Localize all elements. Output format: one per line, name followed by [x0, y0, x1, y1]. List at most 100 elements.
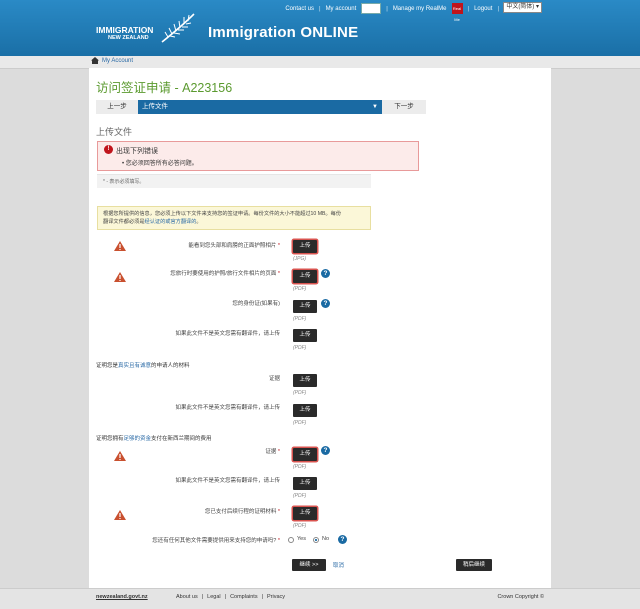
group-sufficient-funds: 证明您拥有足够的资金支付在新西兰期间的费用: [96, 434, 212, 442]
footer-privacy-link[interactable]: Privacy: [267, 594, 285, 600]
continue-button[interactable]: 继续 >>: [292, 559, 326, 571]
upload-label-onward-travel: 您已支付后续行程的证明材料 *: [90, 507, 280, 515]
footer-about-link[interactable]: About us: [176, 594, 198, 600]
file-format: (PDF): [293, 464, 307, 470]
group-genuine-applicant: 证明您是真实且有诚意的申请人的材料: [96, 361, 190, 369]
required-marker: *: [277, 509, 280, 515]
required-marker: *: [277, 243, 280, 249]
radio-no[interactable]: [313, 537, 319, 543]
upload-photo-button[interactable]: 上传: [293, 240, 317, 253]
upload-label-photo: 能看到您头部和肩膀的正面护照相片 *: [90, 241, 280, 249]
upload-label-evidence: 证据: [90, 374, 280, 382]
footer-complaints-link[interactable]: Complaints: [230, 594, 258, 600]
app-title: Immigration ONLINE: [208, 24, 359, 41]
upload-label-text: 如果此文件不是英文您需有翻译件，请上传: [175, 331, 280, 337]
file-format: (PDF): [293, 286, 307, 292]
upload-label-text: 您的身份证(如果有): [232, 301, 280, 307]
radio-yes[interactable]: [288, 537, 294, 543]
step-select[interactable]: 上传文件 ▼: [138, 100, 382, 114]
fern-icon: [161, 13, 195, 43]
file-format: (PDF): [293, 523, 307, 529]
account-box[interactable]: [361, 3, 382, 14]
language-select-value: 中文(简体): [506, 4, 535, 10]
help-icon[interactable]: ?: [338, 535, 347, 544]
cancel-link[interactable]: 取消: [333, 561, 344, 569]
upload-passport-button[interactable]: 上传: [293, 270, 317, 283]
file-format: (PDF): [293, 390, 307, 396]
upload-label-id-card: 您的身份证(如果有): [90, 299, 280, 307]
footer-links: About us | Legal | Complaints | Privacy: [176, 594, 285, 600]
logo-sub-text: NEW ZEALAND: [108, 35, 149, 41]
upload-label-text: 如果此文件不是英文您需有翻译件，请上传: [175, 478, 280, 484]
step-select-value: 上传文件: [142, 103, 168, 110]
upload-label-translation: 如果此文件不是英文您需有翻译件，请上传: [90, 329, 280, 337]
upload-translation-button[interactable]: 上传: [293, 404, 317, 417]
contact-us-link[interactable]: Contact us: [285, 6, 314, 12]
upload-label-translation: 如果此文件不是英文您需有翻译件，请上传: [90, 403, 280, 411]
logout-link[interactable]: Logout: [474, 6, 492, 12]
upload-funds-evidence-button[interactable]: 上传: [293, 448, 317, 461]
sufficient-funds-link[interactable]: 足够的资金: [124, 436, 152, 442]
upload-translation-button[interactable]: 上传: [293, 329, 317, 342]
upload-evidence-button[interactable]: 上传: [293, 374, 317, 387]
footer-separator: |: [224, 594, 227, 600]
group-text: 的申请人的材料: [151, 363, 190, 369]
required-marker: *: [277, 449, 280, 455]
file-format: (PDF): [293, 420, 307, 426]
manage-realme-link[interactable]: Manage my RealMe: [393, 6, 447, 12]
group-text: 证明您拥有: [96, 436, 124, 442]
required-marker: *: [277, 538, 280, 544]
footer-legal-link[interactable]: Legal: [207, 594, 220, 600]
info-box: 根据您所提供的信息，您必须上传以下文件来支持您的签证申请。每份文件的大小不能超过…: [97, 206, 371, 230]
immigration-nz-logo[interactable]: IMMIGRATION NEW ZEALAND: [96, 26, 153, 42]
required-marker: *: [277, 271, 280, 277]
language-select[interactable]: 中文(简体) ▾: [503, 2, 542, 13]
upload-label-text: 您已支付后续行程的证明材料: [204, 509, 277, 515]
other-documents-question: 您还有任何其他文件需要提供用来支持您的申请吗? *: [90, 536, 280, 544]
file-format: (PDF): [293, 316, 307, 322]
upload-id-card-button[interactable]: 上传: [293, 300, 317, 313]
info-text: 。: [196, 219, 202, 225]
upload-translation-button[interactable]: 上传: [293, 477, 317, 490]
dropdown-arrow-icon: ▼: [372, 104, 378, 110]
nz-govt-link[interactable]: newzealand.govt.nz: [96, 594, 148, 600]
group-text: 证明您是: [96, 363, 119, 369]
breadcrumb-my-account[interactable]: My Account: [102, 58, 133, 64]
radio-yes-label: Yes: [297, 536, 306, 542]
file-format: (JPG): [293, 256, 307, 262]
section-title: 上传文件: [96, 127, 133, 137]
upload-label-translation: 如果此文件不是英文您需有翻译件，请上传: [90, 476, 280, 484]
copyright: Crown Copyright ©: [497, 594, 544, 600]
realme-logo[interactable]: Real Me: [451, 3, 463, 22]
file-format: (PDF): [293, 345, 307, 351]
radio-no-label: No: [322, 536, 330, 542]
genuine-applicant-link[interactable]: 真实且有诚意: [118, 363, 151, 369]
info-text: 根据您所提供的信息，您必须上传以下文件来支持您的签证申请。每份文件的大小不能超过…: [103, 211, 342, 217]
nav-separator: |: [467, 5, 470, 12]
save-and-continue-later-button[interactable]: 稍后继续: [456, 559, 492, 571]
next-step-button[interactable]: 下一步: [382, 100, 426, 114]
help-icon[interactable]: ?: [321, 446, 330, 455]
help-icon[interactable]: ?: [321, 269, 330, 278]
nav-separator: |: [497, 5, 499, 12]
upload-label-passport: 您旅行时要使用的护照/旅行文件相片的页面 *: [90, 269, 280, 277]
group-text: 支付在新西兰期间的费用: [151, 436, 212, 442]
my-account-link[interactable]: My account: [326, 6, 357, 12]
footer-separator: |: [201, 594, 204, 600]
help-icon[interactable]: ?: [321, 299, 330, 308]
file-format: (PDF): [293, 493, 307, 499]
upload-label-text: 证据: [265, 449, 277, 455]
required-note: * - 表示必须填写。: [97, 174, 371, 188]
previous-step-button[interactable]: 上一步: [96, 100, 138, 114]
error-icon: !: [104, 145, 113, 154]
home-icon[interactable]: [91, 57, 99, 64]
upload-label-funds-evidence: 证据 *: [90, 447, 280, 455]
error-item: • 您必须回答所有必答问题。: [122, 161, 198, 167]
certified-translation-link[interactable]: 经认证的或官方翻译的: [145, 219, 197, 225]
upload-onward-travel-button[interactable]: 上传: [293, 507, 317, 520]
nav-separator: |: [386, 5, 388, 12]
question-text: 您还有任何其他文件需要提供用来支持您的申请吗?: [152, 538, 277, 544]
breadcrumb: My Account: [91, 57, 133, 64]
info-text: 翻译文件都必须是: [103, 219, 145, 225]
page-title: 访问签证申请 - A223156: [96, 81, 233, 95]
